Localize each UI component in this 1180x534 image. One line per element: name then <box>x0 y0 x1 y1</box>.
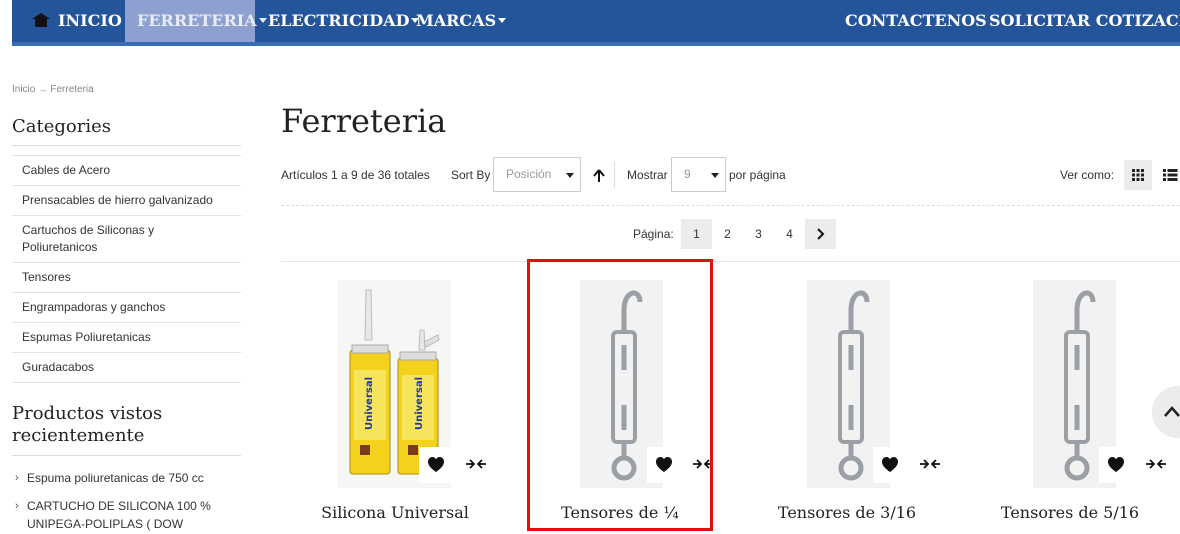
heart-icon <box>428 457 444 472</box>
view-label: Ver como: <box>1060 168 1115 182</box>
chevron-right-icon <box>817 228 825 240</box>
chevron-down-icon <box>258 18 267 23</box>
home-icon <box>32 13 50 27</box>
category-item[interactable]: Engrampadoras y ganchos <box>12 292 241 322</box>
category-list: Cables de Acero Prensacables de hierro g… <box>12 155 241 383</box>
category-item[interactable]: Guradacabos <box>12 352 241 383</box>
product-card[interactable]: Tensores de 3/16 <box>737 278 957 534</box>
wishlist-button[interactable] <box>419 447 453 483</box>
nav-contactenos[interactable]: CONTACTENOS <box>845 0 987 42</box>
category-item[interactable]: Cartuchos de Siliconas y Poliuretanicos <box>12 215 241 262</box>
sort-select[interactable]: Posición <box>493 157 581 192</box>
next-page-button[interactable] <box>805 219 836 249</box>
category-item[interactable]: Tensores <box>12 262 241 292</box>
recent-item-label: Espuma poliuretanicas de 750 cc <box>27 471 204 485</box>
sort-label: Sort By <box>451 168 491 182</box>
nav-home[interactable]: INICIO <box>32 0 122 42</box>
product-card[interactable]: Universal Universal Silicona Universal <box>285 278 505 534</box>
sort-direction-icon[interactable] <box>592 168 606 184</box>
breadcrumb: Inicio → Ferreteria <box>12 84 94 95</box>
chevron-right-icon: › <box>15 472 19 484</box>
divider <box>281 205 1180 206</box>
nav-electricidad[interactable]: ELECTRICIDAD <box>268 0 420 42</box>
product-card[interactable]: Tensores de 5/16 <box>960 278 1180 534</box>
category-item[interactable]: Espumas Poliuretanicas <box>12 322 241 352</box>
page-4-button[interactable]: 4 <box>774 219 805 249</box>
categories-title: Categories <box>12 116 111 137</box>
arrow-right-icon: → <box>38 84 48 94</box>
category-item[interactable]: Cables de Acero <box>12 155 241 185</box>
breadcrumb-home[interactable]: Inicio <box>12 84 35 95</box>
nav-electricidad-label: ELECTRICIDAD <box>268 11 410 30</box>
product-name[interactable]: Tensores de ¼ <box>510 503 730 522</box>
svg-text:Universal: Universal <box>364 377 375 430</box>
chevron-up-icon <box>1164 406 1180 417</box>
chevron-right-icon: › <box>15 500 19 512</box>
product-name[interactable]: Tensores de 3/16 <box>737 503 957 522</box>
compare-icon[interactable] <box>691 456 715 472</box>
sort-select-value: Posición <box>506 167 552 181</box>
grid-icon <box>1132 169 1144 181</box>
page-title: Ferreteria <box>281 102 447 140</box>
compare-icon[interactable] <box>1144 456 1168 472</box>
nav-marcas[interactable]: MARCAS <box>416 0 507 42</box>
show-label: Mostrar <box>627 168 668 182</box>
page-1-button[interactable]: 1 <box>681 219 712 249</box>
compare-icon[interactable] <box>464 456 488 472</box>
page-3-button[interactable]: 3 <box>743 219 774 249</box>
wishlist-button[interactable] <box>873 447 907 483</box>
recent-item[interactable]: › Espuma poliuretanicas de 750 cc <box>15 469 245 487</box>
divider <box>614 162 615 188</box>
divider <box>12 455 241 456</box>
recent-item[interactable]: › CARTUCHO DE SILICONA 100 % UNIPEGA-POLI… <box>15 497 245 533</box>
nav-contactenos-label: CONTACTENOS <box>845 11 987 30</box>
product-card[interactable]: Tensores de ¼ <box>510 278 730 534</box>
divider <box>281 261 1180 262</box>
nav-cotizacion-label: SOLICITAR COTIZACION <box>989 11 1180 30</box>
product-name[interactable]: Silicona Universal <box>285 503 505 522</box>
dropdown-arrow-icon <box>566 173 574 178</box>
nav-home-label: INICIO <box>58 11 122 30</box>
item-count: Artículos 1 a 9 de 36 totales <box>281 168 430 182</box>
recent-title: Productos vistos recientemente <box>12 403 163 446</box>
chevron-down-icon <box>498 18 507 23</box>
dropdown-arrow-icon <box>711 173 719 178</box>
list-view-button[interactable] <box>1155 160 1180 190</box>
per-page-label: por página <box>729 168 786 182</box>
compare-icon[interactable] <box>918 456 942 472</box>
product-name[interactable]: Tensores de 5/16 <box>960 503 1180 522</box>
recent-item-label: CARTUCHO DE SILICONA 100 % UNIPEGA-POLIP… <box>27 499 211 531</box>
breadcrumb-current: Ferreteria <box>50 84 94 95</box>
nav-marcas-label: MARCAS <box>416 11 497 30</box>
divider <box>12 145 241 146</box>
heart-icon <box>1108 457 1124 472</box>
wishlist-button[interactable] <box>1099 447 1133 483</box>
pager-label: Página: <box>633 227 674 241</box>
limit-select[interactable]: 9 <box>671 157 726 192</box>
scroll-top-button[interactable] <box>1152 386 1180 438</box>
heart-icon <box>882 457 898 472</box>
category-item[interactable]: Prensacables de hierro galvanizado <box>12 185 241 215</box>
heart-icon <box>656 457 672 472</box>
wishlist-button[interactable] <box>647 447 681 483</box>
nav-ferreteria-label: FERRETERIA <box>137 11 257 30</box>
list-icon <box>1163 169 1178 181</box>
svg-text:Universal: Universal <box>414 377 425 430</box>
limit-select-value: 9 <box>684 167 691 181</box>
nav-cotizacion[interactable]: SOLICITAR COTIZACION <box>989 0 1180 42</box>
page-2-button[interactable]: 2 <box>712 219 743 249</box>
grid-view-button[interactable] <box>1124 160 1152 190</box>
nav-ferreteria[interactable]: FERRETERIA <box>125 0 267 42</box>
